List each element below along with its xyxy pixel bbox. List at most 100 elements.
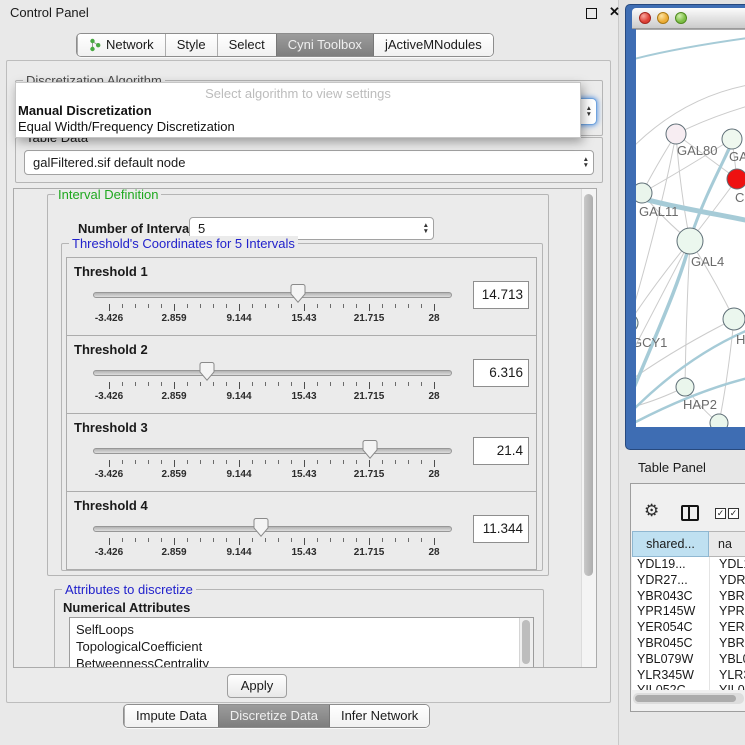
network-node[interactable] <box>676 378 694 396</box>
network-node[interactable] <box>722 129 742 149</box>
threshold-label: Threshold 3 <box>74 420 148 435</box>
table-row[interactable]: YDL19... YDL1 <box>632 557 745 573</box>
slider-tick-label: 9.144 <box>226 313 251 324</box>
checkbox-icon[interactable]: ✓ <box>728 508 739 519</box>
float-window-icon[interactable] <box>586 8 597 19</box>
threshold-slider[interactable]: -3.4262.8599.14415.4321.71528 <box>93 360 450 406</box>
interval-definition-title: Interval Definition <box>55 188 161 202</box>
cell-shared-name[interactable]: YBR045C <box>632 636 710 652</box>
close-traffic-light-icon[interactable] <box>639 12 651 24</box>
slider-scale-labels: -3.4262.8599.14415.4321.71528 <box>109 469 434 481</box>
table-row[interactable]: YLR345W YLR3 <box>632 668 745 684</box>
top-tab[interactable]: Cyni Toolbox <box>276 34 373 56</box>
algorithm-option[interactable]: Manual Discretization <box>16 103 580 119</box>
column-header-name[interactable]: na <box>709 531 745 557</box>
threshold-value-field[interactable]: 6.316 <box>473 359 529 387</box>
cell-name[interactable]: YBR0 <box>710 589 745 605</box>
table-row[interactable]: YER054C YER0 <box>632 620 745 636</box>
numerical-attributes-list: SelfLoopsTopologicalCoefficientBetweenne… <box>69 617 534 668</box>
attributes-scrollbar[interactable] <box>519 618 533 668</box>
table-row[interactable]: YDR27... YDR2 <box>632 573 745 589</box>
minimize-traffic-light-icon[interactable] <box>657 12 669 24</box>
attributes-scrollbar-thumb[interactable] <box>522 620 530 664</box>
network-node[interactable] <box>666 124 686 144</box>
bottom-tab[interactable]: Impute Data <box>124 705 218 727</box>
slider-tick-label: 9.144 <box>226 469 251 480</box>
cell-name[interactable]: YPR1 <box>710 604 745 620</box>
table-row[interactable]: YIL052C YIL0 <box>632 683 745 690</box>
slider-tick-label: 28 <box>428 547 439 558</box>
cell-name[interactable]: YDR2 <box>710 573 745 589</box>
cell-name[interactable]: YDL1 <box>710 557 745 573</box>
cell-shared-name[interactable]: YBL079W <box>632 652 710 668</box>
threshold-value-field[interactable]: 14.713 <box>473 281 529 309</box>
network-node[interactable] <box>636 314 638 332</box>
slider-thumb[interactable] <box>363 440 378 459</box>
checkbox-icon[interactable]: ✓ <box>715 508 726 519</box>
attribute-list-item[interactable]: BetweennessCentrality <box>70 655 533 668</box>
cell-shared-name[interactable]: YDL19... <box>632 557 710 573</box>
slider-thumb[interactable] <box>254 518 269 537</box>
settings-scrollbar[interactable] <box>581 189 596 667</box>
network-node[interactable] <box>727 169 745 189</box>
bottom-tab[interactable]: Infer Network <box>329 705 429 727</box>
number-of-intervals-value: 5 <box>198 221 205 236</box>
top-tab-label: jActiveMNodules <box>385 34 482 56</box>
table-horizontal-scrollbar-thumb[interactable] <box>635 695 736 702</box>
cell-shared-name[interactable]: YDR27... <box>632 573 710 589</box>
close-icon[interactable]: ✕ <box>609 4 620 20</box>
cell-shared-name[interactable]: YPR145W <box>632 604 710 620</box>
cell-name[interactable]: YER0 <box>710 620 745 636</box>
attribute-list-item[interactable]: TopologicalCoefficient <box>70 638 533 655</box>
table-row[interactable]: YBR045C YBR0 <box>632 636 745 652</box>
threshold-slider[interactable]: -3.4262.8599.14415.4321.71528 <box>93 516 450 562</box>
settings-scrollbar-thumb[interactable] <box>584 194 593 576</box>
gear-icon[interactable]: ⚙ <box>644 502 659 519</box>
algorithm-option[interactable]: Equal Width/Frequency Discretization <box>16 119 580 135</box>
cell-shared-name[interactable]: YLR345W <box>632 668 710 684</box>
table-row[interactable]: YBL079W YBL0 <box>632 652 745 668</box>
network-canvas[interactable]: GAL80GACGAL11GAL4GCY1HHAP2 <box>636 29 745 427</box>
column-header-shared-name[interactable]: shared... <box>632 531 709 557</box>
cell-shared-name[interactable]: YER054C <box>632 620 710 636</box>
threshold-panel: Threshold 2 <box>66 335 537 414</box>
threshold-value-field[interactable]: 11.344 <box>473 515 529 543</box>
cell-name[interactable]: YIL0 <box>710 683 745 690</box>
slider-tick-label: 2.859 <box>161 313 186 324</box>
algorithm-dropdown-list: Manual DiscretizationEqual Width/Frequen… <box>16 103 580 135</box>
table-row[interactable]: YBR043C YBR0 <box>632 589 745 605</box>
top-tab[interactable]: Network <box>77 34 165 56</box>
cell-shared-name[interactable]: YBR043C <box>632 589 710 605</box>
slider-thumb[interactable] <box>199 362 214 381</box>
cell-name[interactable]: YBL0 <box>710 652 745 668</box>
threshold-slider[interactable]: -3.4262.8599.14415.4321.71528 <box>93 438 450 484</box>
zoom-traffic-light-icon[interactable] <box>675 12 687 24</box>
table-horizontal-scrollbar[interactable] <box>633 693 744 704</box>
table-panel-title: Table Panel <box>638 460 706 475</box>
split-columns-icon[interactable] <box>681 505 699 521</box>
network-node[interactable] <box>677 228 703 254</box>
cell-shared-name[interactable]: YIL052C <box>632 683 710 690</box>
apply-button[interactable]: Apply <box>227 674 287 698</box>
network-node[interactable] <box>723 308 745 330</box>
cyni-toolbox-pane: Discretization Algorithm ▲▼ Select algor… <box>6 60 611 703</box>
network-view-window[interactable]: GAL80GACGAL11GAL4GCY1HHAP2 <box>625 4 745 450</box>
network-node[interactable] <box>636 183 652 203</box>
top-tab[interactable]: jActiveMNodules <box>373 34 493 56</box>
table-data-combobox[interactable]: galFiltered.sif default node ▲▼ <box>24 150 594 175</box>
cell-name[interactable]: YBR0 <box>710 636 745 652</box>
cell-name[interactable]: YLR3 <box>710 668 745 684</box>
threshold-slider[interactable]: -3.4262.8599.14415.4321.71528 <box>93 282 450 328</box>
table-row[interactable]: YPR145W YPR1 <box>632 604 745 620</box>
slider-thumb[interactable] <box>290 284 305 303</box>
threshold-value-field[interactable]: 21.4 <box>473 437 529 465</box>
slider-tick-label: -3.426 <box>95 313 123 324</box>
attribute-list-item[interactable]: SelfLoops <box>70 621 533 638</box>
top-tab[interactable]: Select <box>217 34 276 56</box>
network-node[interactable] <box>710 414 728 427</box>
settings-scrollpane: Interval Definition Number of Intervals … <box>13 188 597 668</box>
table-panel-body: ⚙ ✓ ✓ shared... na YDL19... YDL1 YDR27..… <box>630 483 745 712</box>
attributes-group: Attributes to discretize Numerical Attri… <box>54 589 544 668</box>
bottom-tab[interactable]: Discretize Data <box>218 705 329 727</box>
top-tab[interactable]: Style <box>165 34 217 56</box>
